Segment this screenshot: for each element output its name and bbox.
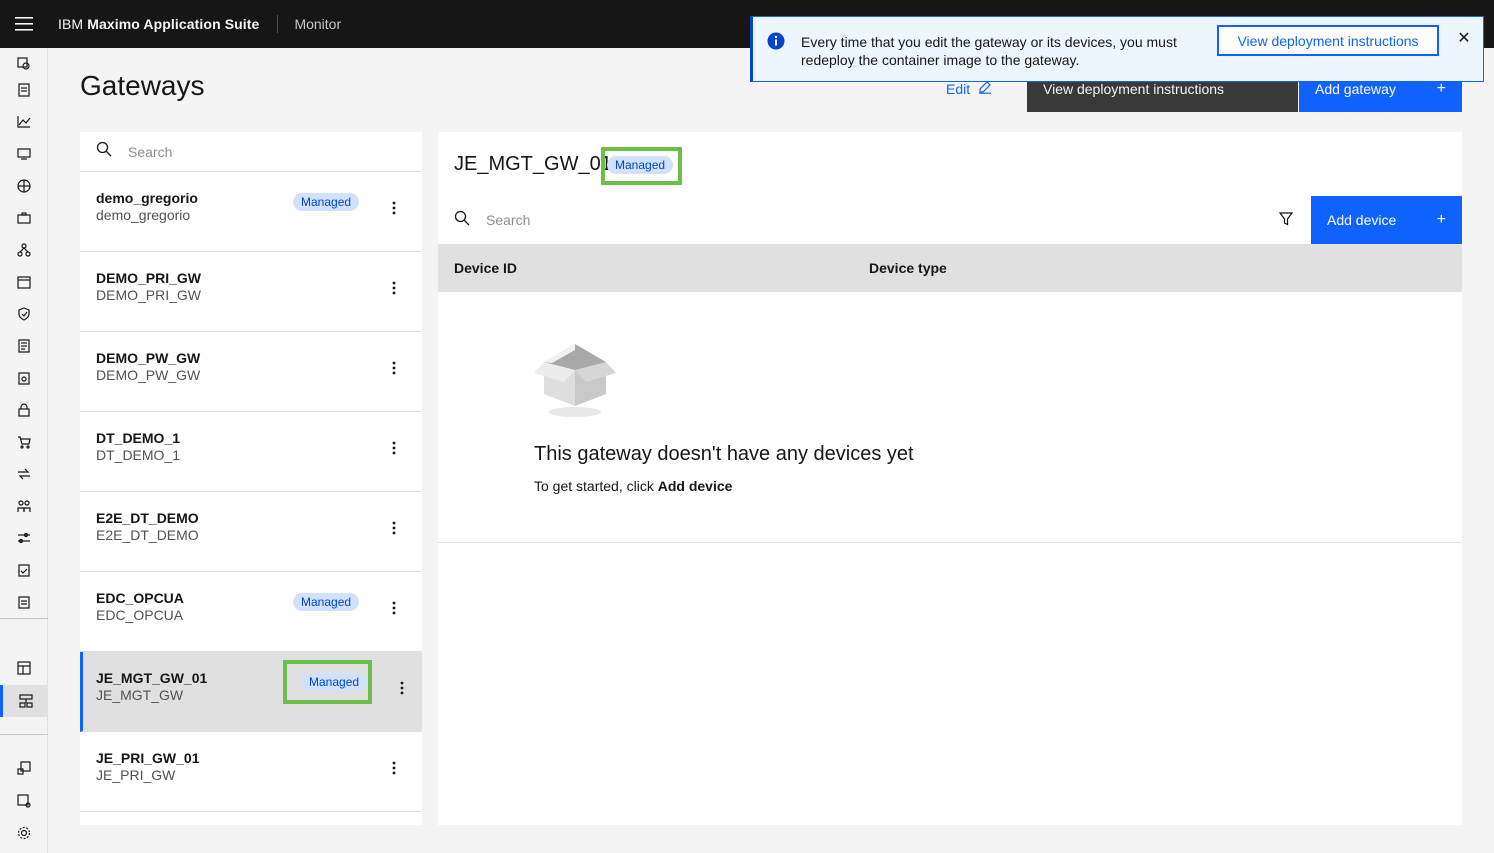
- nav-divider: [0, 734, 48, 735]
- gateway-subtitle: DEMO_PW_GW: [96, 367, 201, 383]
- gateway-list-item[interactable]: DT_DEMO_1 DT_DEMO_1: [80, 412, 422, 492]
- empty-state-subtitle: To get started, click Add device: [534, 478, 732, 494]
- search-placeholder: Search: [486, 212, 531, 228]
- empty-box-icon: [534, 342, 616, 423]
- nav-report-icon[interactable]: [0, 330, 48, 362]
- info-icon: [767, 32, 785, 55]
- add-device-button[interactable]: Add device +: [1311, 196, 1462, 244]
- search-icon: [454, 210, 470, 231]
- brand-name[interactable]: IBM Maximo Application Suite: [48, 15, 279, 33]
- column-device-type[interactable]: Device type: [869, 260, 947, 276]
- close-icon[interactable]: ✕: [1456, 31, 1472, 47]
- gateway-detail-title: JE_MGT_GW_01: [454, 153, 612, 175]
- nav-transfer-icon[interactable]: [0, 458, 48, 490]
- overflow-menu-icon[interactable]: [386, 600, 402, 616]
- add-icon: +: [1436, 211, 1446, 228]
- gateway-search[interactable]: Search: [80, 132, 422, 172]
- gateway-name: DT_DEMO_1: [96, 430, 181, 446]
- overflow-menu-icon[interactable]: [386, 360, 402, 376]
- gateway-name: EDC_OPCUA: [96, 590, 184, 606]
- overflow-menu-icon[interactable]: [386, 200, 402, 216]
- add-gateway-label: Add gateway: [1315, 81, 1396, 97]
- overflow-menu-icon[interactable]: [394, 680, 410, 696]
- nav-people-icon[interactable]: [0, 490, 48, 522]
- nav-calendar-icon[interactable]: [0, 266, 48, 298]
- search-placeholder: Search: [128, 143, 173, 160]
- nav-checklist-icon[interactable]: [0, 554, 48, 586]
- overflow-menu-icon[interactable]: [386, 440, 402, 456]
- gateway-list-item[interactable]: DEMO_PW_GW DEMO_PW_GW: [80, 332, 422, 412]
- nav-network-icon[interactable]: [0, 170, 48, 202]
- brand-product: Maximo Application Suite: [87, 16, 260, 32]
- nav-shield-icon[interactable]: [0, 298, 48, 330]
- gateway-subtitle: EDC_OPCUA: [96, 607, 184, 623]
- edit-icon: [978, 80, 992, 97]
- gateway-subtitle: E2E_DT_DEMO: [96, 527, 199, 543]
- gateway-list-item[interactable]: E2E_DT_DEMO E2E_DT_DEMO: [80, 492, 422, 572]
- gateway-list-item[interactable]: demo_gregorio demo_gregorio Managed: [80, 172, 422, 252]
- gateway-list: demo_gregorio demo_gregorio Managed DEMO_PR…: [80, 172, 422, 812]
- nav-hierarchy-icon[interactable]: [0, 234, 48, 266]
- overflow-menu-icon[interactable]: [386, 280, 402, 296]
- gateway-name: DEMO_PW_GW: [96, 350, 201, 366]
- nav-lock-icon[interactable]: [0, 394, 48, 426]
- highlight-box: [283, 660, 372, 704]
- nav-gateways-icon[interactable]: [0, 685, 48, 717]
- highlight-box: [601, 147, 682, 185]
- empty-state-action: Add device: [657, 478, 733, 494]
- side-nav: [0, 48, 48, 853]
- nav-sliders-icon[interactable]: [0, 522, 48, 554]
- divider: [438, 542, 1462, 543]
- nav-briefcase-icon[interactable]: [0, 202, 48, 234]
- empty-state-prefix: To get started, click: [534, 478, 658, 494]
- column-device-id[interactable]: Device ID: [454, 260, 517, 276]
- gateway-subtitle: DT_DEMO_1: [96, 447, 181, 463]
- overflow-menu-icon[interactable]: [386, 520, 402, 536]
- filter-icon[interactable]: [1278, 212, 1294, 231]
- empty-state-title: This gateway doesn't have any devices ye…: [534, 443, 914, 465]
- add-device-label: Add device: [1327, 212, 1397, 228]
- gateway-list-item[interactable]: DEMO_PRI_GW DEMO_PRI_GW: [80, 252, 422, 332]
- device-table-header: Device ID Device type: [438, 244, 1462, 292]
- gateway-name: JE_MGT_GW_01: [96, 670, 208, 686]
- brand-prefix: IBM: [58, 16, 84, 32]
- gateway-subtitle: DEMO_PRI_GW: [96, 287, 202, 303]
- gateway-list-item[interactable]: EDC_OPCUA EDC_OPCUA Managed: [80, 572, 422, 652]
- gateway-detail-panel: JE_MGT_GW_01 Managed Search Add device +…: [438, 132, 1462, 825]
- nav-dashboard-icon[interactable]: [0, 652, 48, 684]
- gateway-name: E2E_DT_DEMO: [96, 510, 199, 526]
- nav-gear-icon[interactable]: [0, 817, 48, 849]
- add-icon: +: [1436, 80, 1446, 97]
- gateway-name: JE_PRI_GW_01: [96, 750, 200, 766]
- device-search[interactable]: Search: [438, 196, 1311, 244]
- gateway-name: DEMO_PRI_GW: [96, 270, 202, 286]
- gateway-list-panel: Search demo_gregorio demo_gregorio Managed…: [80, 132, 422, 825]
- page-title: Gateways: [80, 70, 205, 101]
- nav-document-icon[interactable]: [0, 74, 48, 106]
- gateway-subtitle: demo_gregorio: [96, 207, 191, 223]
- nav-export-icon[interactable]: [0, 752, 48, 784]
- notification-action-button[interactable]: View deployment instructions: [1217, 25, 1439, 56]
- gateway-name: demo_gregorio: [96, 190, 198, 206]
- info-notification: Every time that you edit the gateway or …: [750, 16, 1484, 82]
- gateway-list-item[interactable]: JE_PRI_GW_01 JE_PRI_GW: [80, 732, 422, 812]
- app-name[interactable]: Monitor: [278, 16, 341, 32]
- nav-settings-check-icon[interactable]: [0, 785, 48, 817]
- gateway-subtitle: JE_MGT_GW: [96, 687, 184, 703]
- edit-link[interactable]: Edit: [946, 80, 992, 97]
- menu-icon[interactable]: [0, 0, 48, 48]
- search-icon: [96, 141, 112, 162]
- overflow-menu-icon[interactable]: [386, 760, 402, 776]
- nav-cart-icon[interactable]: [0, 426, 48, 458]
- nav-divider: [0, 618, 48, 619]
- nav-monitor-icon[interactable]: [0, 138, 48, 170]
- nav-clipboard-icon[interactable]: [0, 586, 48, 618]
- nav-chart-icon[interactable]: [0, 106, 48, 138]
- notification-message: Every time that you edit the gateway or …: [801, 34, 1177, 68]
- gateway-subtitle: JE_PRI_GW: [96, 767, 176, 783]
- edit-label: Edit: [946, 80, 971, 97]
- nav-clipboard-search-icon[interactable]: [0, 362, 48, 394]
- managed-tag: Managed: [293, 193, 360, 211]
- managed-tag: Managed: [293, 593, 360, 611]
